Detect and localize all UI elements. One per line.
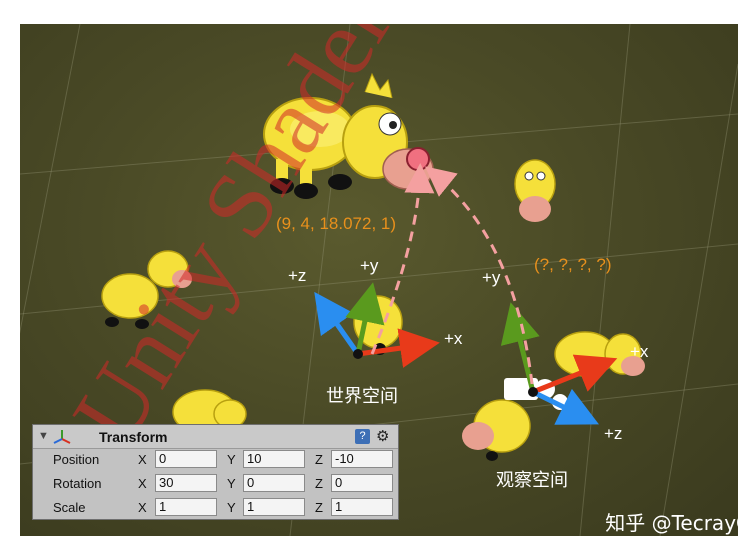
gear-icon[interactable]: ⚙ <box>376 427 389 445</box>
world-coordinate-label: (9, 4, 18.072, 1) <box>276 214 397 233</box>
rotation-label: Rotation <box>53 476 102 491</box>
view-space-label: 观察空间 <box>496 470 568 490</box>
world-x-label: +x <box>444 329 463 348</box>
cow-small-top <box>514 159 556 222</box>
position-z-field[interactable]: -10 <box>331 450 393 468</box>
rotation-row: Rotation X 30 Y 0 Z 0 <box>33 473 398 495</box>
cow-nose-point <box>406 147 430 171</box>
scale-x-field[interactable]: 1 <box>155 498 217 516</box>
scale-row: Scale X 1 Y 1 Z 1 <box>33 497 398 519</box>
position-row: Position X 0 Y 10 Z -10 <box>33 449 398 471</box>
rotation-y-label[interactable]: Y <box>227 476 236 491</box>
world-space-label: 世界空间 <box>326 386 398 406</box>
transform-axes-icon <box>53 430 71 444</box>
view-y-label: +y <box>482 268 501 287</box>
scale-y-label[interactable]: Y <box>227 500 236 515</box>
rotation-x-label[interactable]: X <box>138 476 147 491</box>
view-coordinate-label: (?, ?, ?, ?) <box>534 255 612 274</box>
scale-x-label[interactable]: X <box>138 500 147 515</box>
view-x-label: +x <box>630 342 649 361</box>
view-z-label: +z <box>604 424 623 443</box>
author-credit: 知乎 @TecrayC <box>605 511 750 535</box>
scale-y-field[interactable]: 1 <box>243 498 305 516</box>
transform-header[interactable]: ▼ Transform ? ⚙ <box>33 425 398 449</box>
scale-label: Scale <box>53 500 86 515</box>
component-title: Transform <box>99 429 168 445</box>
world-y-label: +y <box>360 256 379 275</box>
rotation-x-field[interactable]: 30 <box>155 474 217 492</box>
foldout-triangle-icon[interactable]: ▼ <box>38 430 49 442</box>
scale-z-label[interactable]: Z <box>315 500 323 515</box>
rotation-z-label[interactable]: Z <box>315 476 323 491</box>
position-x-field[interactable]: 0 <box>155 450 217 468</box>
position-z-label[interactable]: Z <box>315 452 323 467</box>
world-z-label: +z <box>288 266 307 285</box>
position-y-label[interactable]: Y <box>227 452 236 467</box>
position-label: Position <box>53 452 100 467</box>
position-x-label[interactable]: X <box>138 452 147 467</box>
rotation-y-field[interactable]: 0 <box>243 474 305 492</box>
cow-bottom-right <box>462 399 531 461</box>
position-y-field[interactable]: 10 <box>243 450 305 468</box>
transform-inspector: ▼ Transform ? ⚙ Position X 0 Y 10 Z -10 … <box>32 424 399 520</box>
rotation-z-field[interactable]: 0 <box>331 474 393 492</box>
help-book-icon[interactable]: ? <box>355 429 370 444</box>
scale-z-field[interactable]: 1 <box>331 498 393 516</box>
